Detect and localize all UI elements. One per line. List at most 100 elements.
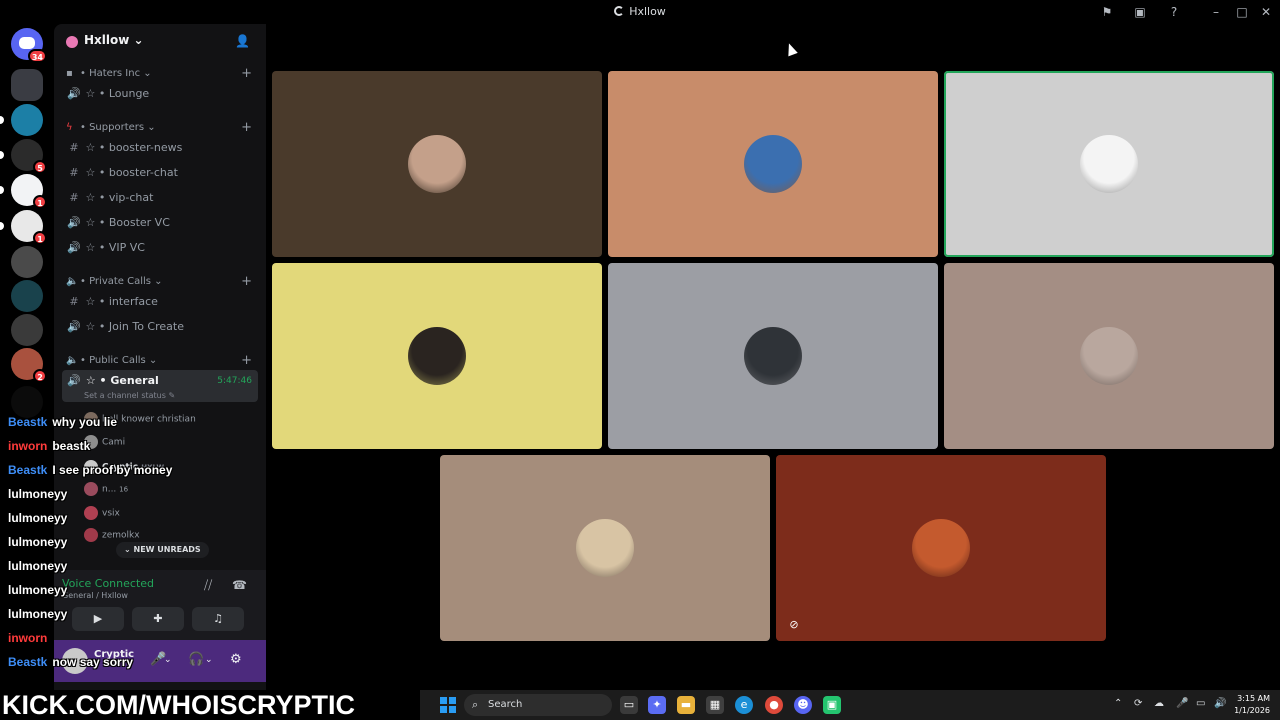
copilot-icon[interactable]: ✦ <box>648 696 666 714</box>
participant-tile[interactable] <box>272 71 602 257</box>
edge-icon[interactable]: e <box>735 696 753 714</box>
chat-text: now say sorry <box>52 655 134 669</box>
avatar <box>912 519 970 577</box>
taskbar: ⌕ Search ▭ ✦ ▬ ▦ e ● ☻ ▣ ⌃ ⟳ ☁ 🎤 ▭ 🔊 3:15… <box>420 690 1280 720</box>
speaker-icon: 🔊 <box>67 320 81 333</box>
invite-icon[interactable]: 👤 <box>235 34 250 48</box>
minimize-button[interactable]: – <box>1204 2 1228 22</box>
channel-booster-chat[interactable]: # ☆ • booster-chat <box>62 162 258 184</box>
category-public-calls[interactable]: 🔈 • Public Calls ⌄ <box>66 355 157 366</box>
chat-username: Beastk <box>8 463 48 477</box>
channel-booster-vc[interactable]: 🔊 ☆ • Booster VC <box>62 212 258 234</box>
chat-message: lulmoneyy <box>8 535 72 549</box>
participant-tile[interactable] <box>944 71 1274 257</box>
task-view-icon[interactable]: ▭ <box>620 696 638 714</box>
unread-pill <box>0 222 4 230</box>
participant-tile[interactable] <box>272 263 602 449</box>
cloud-icon[interactable]: ☁ <box>1154 698 1164 709</box>
category-private-calls[interactable]: 🔈 • Private Calls ⌄ <box>66 276 163 287</box>
server-icon[interactable] <box>0 104 43 136</box>
chevron-up-icon[interactable]: ⌃ <box>1114 698 1122 709</box>
server-icon[interactable]: 1 <box>0 174 47 209</box>
home-button[interactable]: 34 <box>11 28 47 63</box>
help-icon[interactable]: ? <box>1166 4 1182 20</box>
category-supporters[interactable]: ϟ • Supporters ⌄ <box>66 122 156 133</box>
server-icon[interactable]: 1 <box>0 210 47 245</box>
participant-tile[interactable] <box>608 71 938 257</box>
app-icon[interactable]: ▣ <box>823 696 841 714</box>
add-channel-icon[interactable]: + <box>241 353 252 368</box>
bolt-icon: ϟ <box>66 122 73 133</box>
disconnect-icon[interactable]: ☎ <box>232 578 247 592</box>
maximize-button[interactable]: □ <box>1230 2 1254 22</box>
taskbar-search[interactable]: ⌕ Search <box>464 694 612 716</box>
speaker-icon: 🔊 <box>67 374 81 387</box>
inbox-icon[interactable]: ▣ <box>1132 4 1148 20</box>
add-channel-icon[interactable]: + <box>241 66 252 81</box>
speaker-icon: 🔊 <box>67 216 81 229</box>
home-badge: 34 <box>27 49 47 63</box>
hashtag-icon: # <box>69 295 79 308</box>
server-icon[interactable]: 5 <box>0 139 47 174</box>
search-icon: ⌕ <box>472 698 479 711</box>
server-badge: 1 <box>33 231 47 245</box>
discord-icon <box>19 37 35 49</box>
deafened-icon: ⊘ <box>789 618 799 631</box>
chat-message: lulmoneyy <box>8 487 72 501</box>
speaker-icon: 🔊 <box>67 241 81 254</box>
chat-message: lulmoneyy <box>8 607 72 621</box>
participant-tile[interactable] <box>944 263 1274 449</box>
monitor-icon[interactable]: ▭ <box>1196 698 1205 709</box>
app-logo-icon <box>614 6 625 16</box>
channel-vip-vc[interactable]: 🔊 ☆ • VIP VC <box>62 237 258 259</box>
channel-vip-chat[interactable]: # ☆ • vip-chat <box>62 187 258 209</box>
sync-icon[interactable]: ⟳ <box>1134 698 1142 709</box>
volume-icon[interactable]: 🔊 <box>1214 698 1226 709</box>
unread-pill <box>0 186 4 194</box>
channel-status[interactable]: Set a channel status ✎ <box>84 391 175 400</box>
participant-tile[interactable] <box>608 263 938 449</box>
participant-tile[interactable]: ⊘ <box>776 455 1106 641</box>
avatar <box>576 519 634 577</box>
server-icon[interactable] <box>11 246 43 278</box>
chat-username: lulmoneyy <box>8 511 68 525</box>
file-explorer-icon[interactable]: ▬ <box>677 696 695 714</box>
clock[interactable]: 3:15 AM 1/1/2026 <box>1234 693 1270 717</box>
unread-pill <box>0 116 4 124</box>
channel-booster-news[interactable]: # ☆ • booster-news <box>62 137 258 159</box>
server-icon[interactable] <box>11 386 43 418</box>
server-icon[interactable] <box>11 280 43 312</box>
stream-banner: KICK.COM/WHOISCRYPTIC <box>0 690 420 720</box>
channel-lounge[interactable]: 🔊 ☆ • Lounge <box>62 83 258 105</box>
flag-icon[interactable]: ⚑ <box>1099 4 1115 20</box>
windows-icon <box>440 697 447 704</box>
speaker-icon: 🔈 <box>66 276 79 287</box>
participant-tile[interactable] <box>440 455 770 641</box>
channel-interface[interactable]: # ☆ • interface <box>62 291 258 313</box>
add-channel-icon[interactable]: + <box>241 120 252 135</box>
server-icon[interactable]: 2 <box>11 348 47 383</box>
discord-icon[interactable]: ☻ <box>794 696 812 714</box>
start-button[interactable] <box>440 697 456 713</box>
chat-username: Beastk <box>8 415 48 429</box>
server-icon[interactable] <box>11 69 43 101</box>
category-haters-inc[interactable]: ▪ • Haters Inc ⌄ <box>66 68 152 79</box>
call-stage: ⊘ <box>266 24 1280 690</box>
chat-username: inworn <box>8 439 48 453</box>
add-channel-icon[interactable]: + <box>241 274 252 289</box>
microphone-icon[interactable]: 🎤 <box>1176 698 1188 709</box>
gear-icon[interactable]: ⚙ <box>230 652 242 667</box>
hashtag-icon: # <box>69 166 79 179</box>
chat-username: lulmoneyy <box>8 487 68 501</box>
server-badge: 5 <box>33 160 47 174</box>
close-button[interactable]: ✕ <box>1254 2 1278 22</box>
server-name: Hxllow <box>84 33 130 47</box>
server-header[interactable]: Hxllow ⌄ 👤 <box>54 24 266 60</box>
store-icon[interactable]: ▦ <box>706 696 724 714</box>
chat-text: why you lie <box>52 415 118 429</box>
server-icon <box>66 36 78 48</box>
chrome-icon[interactable]: ● <box>765 696 783 714</box>
server-badge: 2 <box>33 369 47 383</box>
server-icon[interactable] <box>11 314 43 346</box>
channel-join-to-create[interactable]: 🔊 ☆ • Join To Create <box>62 316 258 338</box>
